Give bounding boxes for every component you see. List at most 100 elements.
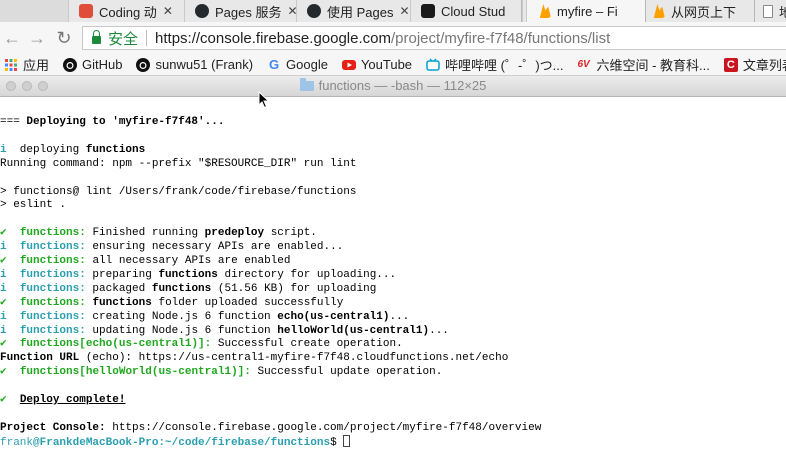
- terminal-text: deploying: [6, 143, 86, 156]
- terminal-text: folder uploaded successfully: [151, 296, 344, 309]
- terminal-line: i functions: preparing functions directo…: [0, 268, 396, 282]
- terminal-text: ✔: [0, 394, 7, 406]
- close-icon[interactable]: ✕: [399, 4, 409, 18]
- terminal-text: functions: [151, 282, 212, 295]
- tab-cloud-studio[interactable]: Cloud Stud: [410, 0, 522, 22]
- bookmark-github[interactable]: GitHub: [63, 57, 122, 72]
- terminal-line: Function URL (echo): https://us-central1…: [0, 351, 508, 365]
- github-icon: [136, 57, 151, 72]
- terminal-line: ✔ Deploy complete!: [0, 393, 125, 407]
- tab-pages-service[interactable]: Pages 服务 ✕: [184, 0, 304, 22]
- terminal-text: > functions@ lint /Users/frank/code/fire…: [0, 185, 357, 198]
- terminal-title-bar[interactable]: functions — -bash — 112×25: [0, 76, 786, 97]
- terminal-text: functions:: [19, 310, 86, 323]
- tab-download-from-web[interactable]: 从网页上下: [640, 0, 755, 22]
- terminal-text: updating Node.js 6 function: [85, 324, 278, 337]
- reload-icon[interactable]: ↻: [53, 27, 75, 49]
- url-host: https://console.firebase.google.com: [155, 29, 391, 47]
- bookmark-label: 文章列表: [742, 58, 786, 73]
- octocat-favicon-icon: [195, 4, 209, 18]
- terminal-text: all necessary APIs are enabled: [85, 255, 291, 267]
- terminal-text: functions:: [19, 296, 86, 309]
- tab-title: Cloud Stud: [441, 3, 506, 19]
- bookmark-6v[interactable]: 6V 六维空间 - 教育科...: [577, 55, 709, 74]
- browser-tab-strip: Coding 动 ✕ Pages 服务 ✕ 使用 Pages ✕ Cloud S…: [0, 0, 786, 22]
- terminal-text: ✔: [0, 338, 7, 351]
- terminal-text: functions[echo(us-central1)]:: [19, 338, 212, 351]
- terminal-line: ✔ functions[echo(us-central1)]: Successf…: [0, 337, 403, 351]
- bookmark-label: GitHub: [82, 57, 123, 72]
- terminal-text: Successful create operation.: [211, 338, 403, 351]
- terminal-text: functions: [158, 268, 218, 281]
- tab-title: myfire – Fi: [557, 3, 618, 19]
- terminal-line: i functions: creating Node.js 6 function…: [0, 310, 409, 324]
- tab-title: 使用 Pages: [327, 4, 394, 20]
- terminal-text: (echo): https://us-central1-myfire-f7f48…: [79, 352, 509, 365]
- bookmark-label: Google: [286, 57, 328, 72]
- forward-arrow-icon[interactable]: →: [26, 27, 48, 49]
- bookmark-csdn[interactable]: C 文章列表: [723, 55, 786, 74]
- terminal-text: script.: [264, 227, 317, 240]
- bookmark-youtube[interactable]: YouTube: [341, 57, 412, 72]
- terminal-text: functions: [92, 296, 152, 309]
- apps-grid-icon: [5, 58, 17, 71]
- terminal-line: > functions@ lint /Users/frank/code/fire…: [0, 185, 356, 199]
- terminal-text: Running command: npm --prefix "$RESOURCE…: [0, 157, 357, 170]
- lock-icon: [92, 30, 101, 44]
- bookmark-sunwu51[interactable]: sunwu51 (Frank): [136, 57, 253, 72]
- terminal-text: https://console.firebase.google.com/proj…: [105, 421, 542, 434]
- folder-icon: [299, 78, 314, 91]
- csdn-icon: C: [723, 57, 738, 72]
- terminal-text: i: [0, 268, 7, 281]
- terminal-text: > eslint .: [0, 199, 67, 212]
- cloud-studio-favicon-icon: [421, 4, 435, 18]
- tab-page[interactable]: 地: [752, 0, 786, 22]
- bookmark-label: 哔哩哔哩 (゜-゜)つ...: [445, 58, 564, 73]
- terminal-prompt[interactable]: frank@FrankdeMacBook-Pro:~/code/firebase…: [0, 434, 351, 449]
- back-arrow-icon[interactable]: ←: [1, 27, 23, 49]
- terminal-text: ✔: [0, 296, 7, 309]
- bookmark-google[interactable]: G Google: [267, 57, 328, 72]
- address-bar[interactable]: 安全 https://console.firebase.google.com/p…: [82, 26, 786, 50]
- terminal-line: i deploying functions: [0, 143, 145, 157]
- bookmark-bilibili[interactable]: 哔哩哔哩 (゜-゜)つ...: [426, 55, 563, 74]
- bilibili-icon: [426, 58, 440, 71]
- terminal-text: i: [0, 143, 7, 156]
- tab-myfire[interactable]: myfire – Fi: [526, 0, 646, 22]
- tab-title: Coding 动: [99, 4, 157, 20]
- terminal-text: functions:: [19, 268, 86, 281]
- terminal-text: ...: [429, 324, 449, 337]
- close-icon[interactable]: ✕: [163, 4, 173, 18]
- mouse-pointer-icon: [258, 91, 270, 109]
- divider: [146, 30, 148, 46]
- terminal-text: functions:: [19, 324, 86, 337]
- terminal-text: functions:: [19, 241, 86, 254]
- terminal-line: ✔ functions: Finished running predeploy …: [0, 226, 317, 240]
- url-path: /project/myfire-f7f48/functions/list: [391, 29, 611, 47]
- bookmark-label: 六维空间 - 教育科...: [596, 58, 710, 73]
- tab-use-pages[interactable]: 使用 Pages ✕: [296, 0, 420, 22]
- tab-title: Pages 服务: [215, 4, 282, 20]
- terminal-text: i: [0, 282, 7, 295]
- bookmark-apps[interactable]: 应用: [4, 55, 49, 74]
- firebase-favicon-icon: [539, 4, 551, 18]
- terminal-text: directory for uploading...: [217, 268, 397, 281]
- terminal-text: functions[helloWorld(us-central1)]:: [19, 366, 251, 379]
- github-icon: [63, 57, 78, 72]
- terminal-text: (51.56 KB) for uploading: [211, 282, 377, 295]
- terminal-line: Project Console: https://console.firebas…: [0, 421, 541, 435]
- terminal-title-text: functions — -bash — 112×25: [318, 78, 487, 93]
- terminal-text: functions:: [19, 255, 86, 267]
- terminal-text: creating Node.js 6 function: [85, 310, 278, 323]
- terminal-text: ...: [389, 310, 410, 323]
- prompt-host-path: @FrankdeMacBook-Pro:~/code/firebase/func…: [33, 436, 331, 449]
- tab-coding[interactable]: Coding 动 ✕: [68, 0, 192, 22]
- terminal-line: i functions: packaged functions (51.56 K…: [0, 282, 376, 296]
- terminal-output[interactable]: === Deploying to 'myfire-f7f48'... i depl…: [0, 97, 786, 453]
